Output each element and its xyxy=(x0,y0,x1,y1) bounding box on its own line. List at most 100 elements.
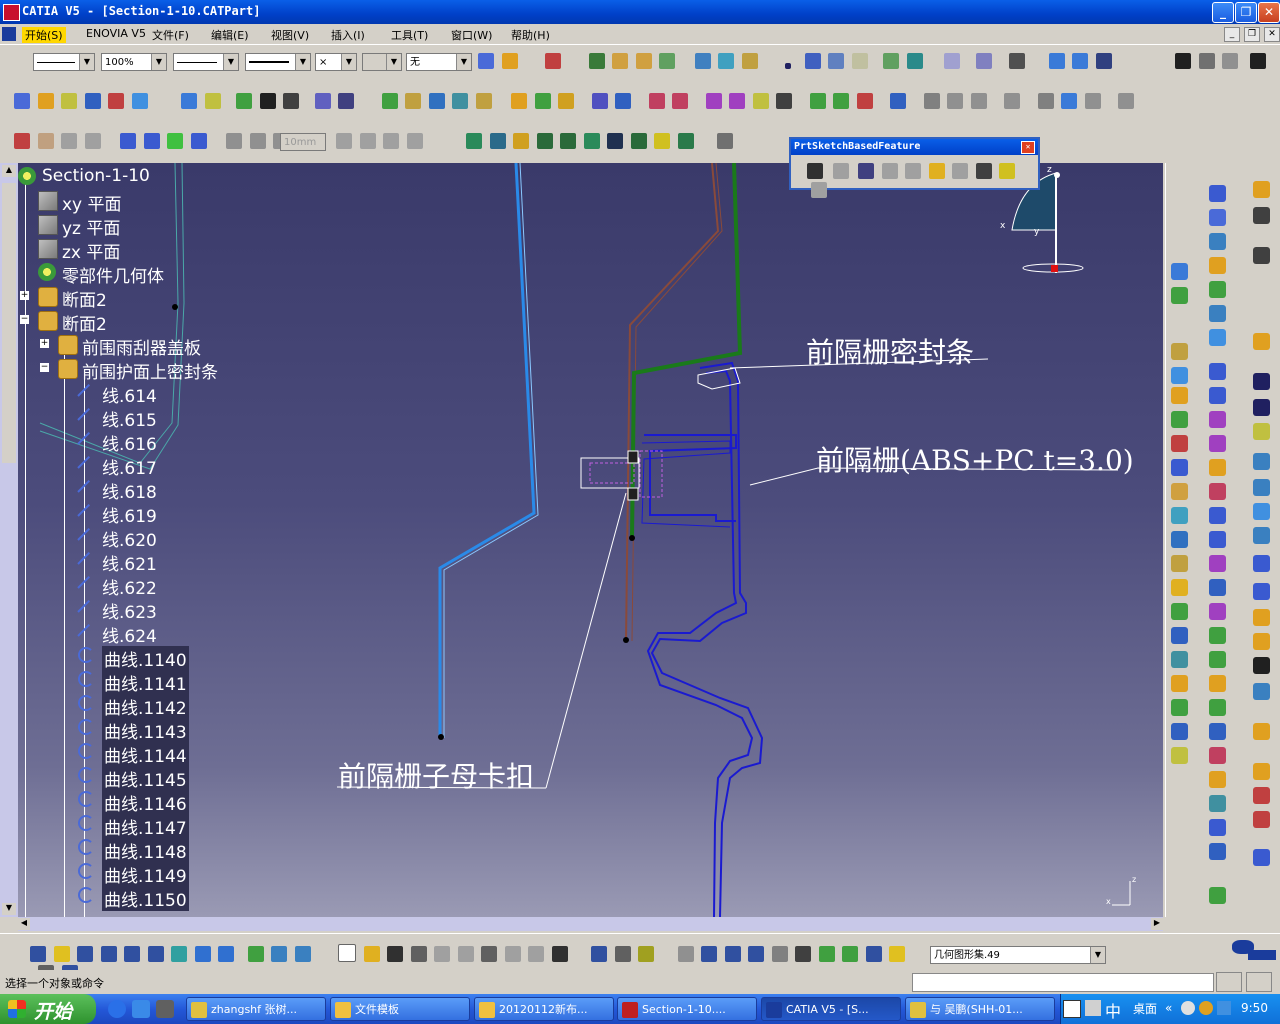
menu-file[interactable]: 文件(F) xyxy=(152,27,189,43)
tree3-icon[interactable] xyxy=(865,946,882,962)
point-style-combo[interactable]: × ▼ xyxy=(315,53,357,71)
right-tool-icon-44[interactable] xyxy=(1209,771,1226,788)
fly-icon[interactable] xyxy=(30,946,46,962)
right-tool-icon-8[interactable] xyxy=(1171,483,1188,500)
curve-icon[interactable] xyxy=(828,53,844,69)
right-tool-icon-45[interactable] xyxy=(1209,795,1226,812)
color-combo[interactable]: ▼ xyxy=(33,53,95,71)
view-side-icon[interactable] xyxy=(190,133,207,149)
taskbar-button[interactable]: 与 吴鹏(SHH-01... xyxy=(905,997,1055,1021)
pattern-icon[interactable] xyxy=(705,93,722,109)
catalog2-icon[interactable] xyxy=(614,946,631,962)
custom-view-icon[interactable] xyxy=(607,133,623,149)
right-tool-icon-37[interactable] xyxy=(1209,603,1226,620)
stiffener-feature-icon[interactable] xyxy=(975,163,992,179)
param2-icon[interactable] xyxy=(795,946,811,962)
translate-icon[interactable] xyxy=(752,93,769,109)
right-tool-icon-67[interactable] xyxy=(1253,763,1270,780)
right-tool-icon-18[interactable] xyxy=(1171,723,1188,740)
copy-icon[interactable] xyxy=(457,946,474,962)
right-tool-icon-33[interactable] xyxy=(1209,507,1226,524)
sketcher-icon[interactable] xyxy=(944,53,960,69)
fit-all-icon[interactable] xyxy=(53,946,70,962)
right-tool-icon-21[interactable] xyxy=(1209,209,1226,226)
volume-icon[interactable] xyxy=(1181,1001,1195,1015)
right-tool-icon-66[interactable] xyxy=(1253,723,1270,740)
axis2-icon[interactable] xyxy=(701,946,717,962)
pocket-icon[interactable] xyxy=(591,93,608,109)
thickness-field[interactable]: 10mm xyxy=(280,133,326,151)
grid3-icon[interactable] xyxy=(748,946,764,962)
menu-view[interactable]: 视图(V) xyxy=(271,27,309,43)
right-tool-icon-17[interactable] xyxy=(1171,699,1188,716)
view-iso-icon[interactable] xyxy=(167,133,183,149)
right-tool-icon-6[interactable] xyxy=(1171,435,1188,452)
trim-icon[interactable] xyxy=(718,53,734,69)
point-icon[interactable] xyxy=(785,63,791,69)
rib-icon[interactable] xyxy=(405,93,421,109)
wireframe-view-icon[interactable] xyxy=(513,133,529,149)
label-seal[interactable]: 前隔栅密封条 xyxy=(806,331,974,371)
right-tool-icon-38[interactable] xyxy=(1209,627,1226,644)
command-stop-icon[interactable] xyxy=(1246,972,1272,992)
right-tool-icon-59[interactable] xyxy=(1253,527,1270,544)
bulb2-icon[interactable] xyxy=(638,946,654,962)
param-icon[interactable] xyxy=(1037,93,1054,109)
project-icon[interactable] xyxy=(14,93,30,109)
loft-feature-icon[interactable] xyxy=(999,163,1015,179)
floating-toolbar-header[interactable]: PrtSketchBasedFeature ✕ xyxy=(791,139,1038,155)
eye-icon[interactable] xyxy=(677,133,694,149)
hide-show2-icon[interactable] xyxy=(271,946,287,962)
zoom-out-icon[interactable] xyxy=(147,946,164,962)
right-tool-icon-22[interactable] xyxy=(1209,233,1226,250)
expand-icon[interactable]: + xyxy=(40,339,49,348)
right-tool-icon-58[interactable] xyxy=(1253,503,1270,520)
rotate2-icon[interactable] xyxy=(776,93,792,109)
constraint-icon[interactable] xyxy=(947,93,963,109)
shading-edges-icon[interactable] xyxy=(489,133,506,149)
cut-icon[interactable] xyxy=(283,93,299,109)
right-tool-icon-12[interactable] xyxy=(1171,579,1188,596)
network-icon[interactable] xyxy=(1199,1001,1213,1015)
material-icon[interactable] xyxy=(583,133,600,149)
redo-icon[interactable] xyxy=(528,946,544,962)
fill-icon[interactable] xyxy=(635,53,652,69)
chamfer-icon[interactable] xyxy=(131,93,148,109)
right-tool-icon-36[interactable] xyxy=(1209,579,1226,596)
cross-icon[interactable] xyxy=(259,93,276,109)
measure-icon[interactable] xyxy=(975,53,992,69)
taskbar-button[interactable]: 20120112新布... xyxy=(474,997,614,1021)
loft-icon[interactable] xyxy=(452,93,468,109)
revolve-icon[interactable] xyxy=(906,53,923,69)
analyze-icon[interactable] xyxy=(338,93,354,109)
layer-filter-combo[interactable]: ▼ xyxy=(362,53,402,71)
symmetry-icon[interactable] xyxy=(236,93,252,109)
wireframe-icon[interactable] xyxy=(588,53,605,69)
right-tool-icon-48[interactable] xyxy=(1209,887,1226,904)
right-tool-icon-68[interactable] xyxy=(1253,787,1270,804)
join-icon[interactable] xyxy=(741,53,758,69)
right-tool-icon-42[interactable] xyxy=(1209,723,1226,740)
right-tool-icon-15[interactable] xyxy=(1171,651,1188,668)
compass-icon[interactable] xyxy=(1009,53,1025,69)
menu-enovia[interactable]: ENOVIA V5 xyxy=(86,27,146,40)
restore-button[interactable]: ❐ xyxy=(1235,2,1257,23)
right-tool-icon-30[interactable] xyxy=(1209,435,1226,452)
new-file-icon[interactable] xyxy=(338,944,356,962)
filter-icon[interactable] xyxy=(654,133,670,149)
layer-combo[interactable]: 无 ▼ xyxy=(406,53,472,71)
right-tool-icon-62[interactable] xyxy=(1253,609,1270,626)
hide-icon[interactable] xyxy=(1084,93,1101,109)
view2-icon[interactable] xyxy=(1072,53,1088,69)
taskbar-button[interactable]: Section-1-10.... xyxy=(617,997,757,1021)
stack-icon[interactable] xyxy=(181,93,197,109)
right-tool-icon-9[interactable] xyxy=(1171,507,1188,524)
scroll-right-icon[interactable]: ▶ xyxy=(1151,918,1163,930)
remove-loft-icon[interactable] xyxy=(811,182,827,198)
right-tool-icon-41[interactable] xyxy=(1209,699,1226,716)
rotate-view-icon[interactable] xyxy=(100,946,117,962)
print-icon[interactable] xyxy=(410,946,427,962)
arc-tool-icon[interactable] xyxy=(359,133,376,149)
right-tool-icon-32[interactable] xyxy=(1209,483,1226,500)
paste-icon[interactable] xyxy=(481,946,497,962)
